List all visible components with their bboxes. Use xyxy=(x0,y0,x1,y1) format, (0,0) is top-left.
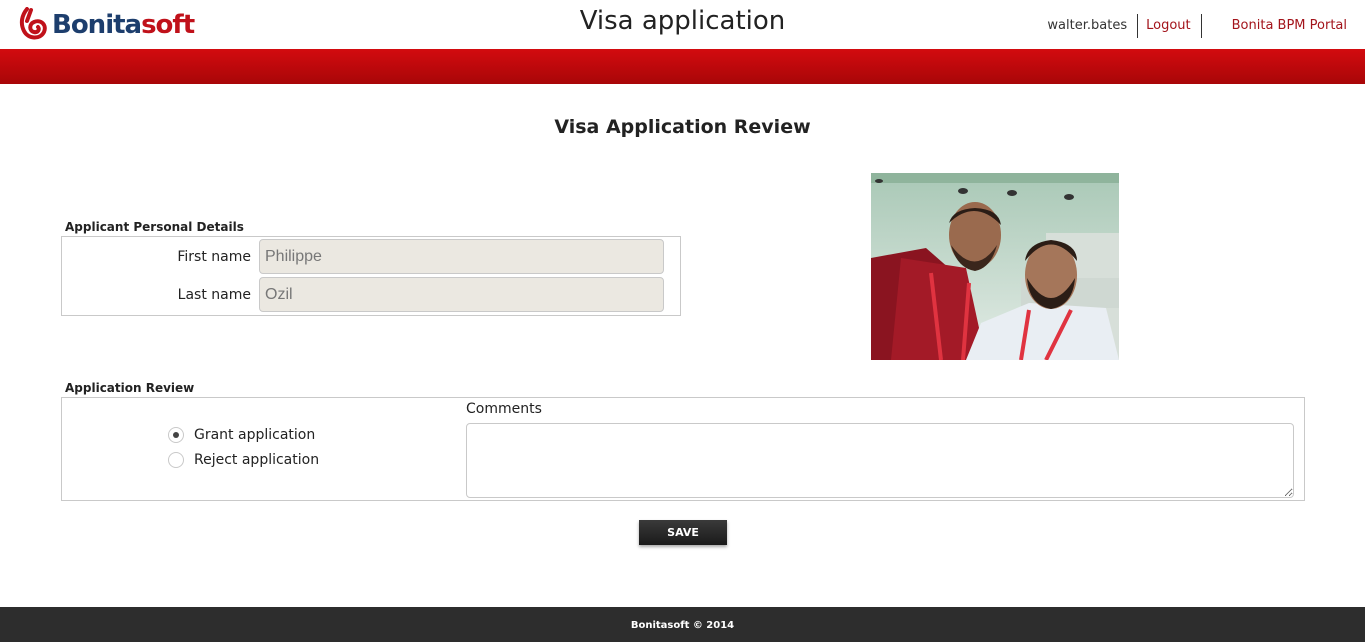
top-bar: Bonitasoft Visa application walter.bates… xyxy=(0,0,1365,49)
applicant-photo xyxy=(871,173,1119,360)
application-review-heading: Application Review xyxy=(65,381,195,395)
grant-option[interactable]: Grant application xyxy=(168,427,315,443)
username-label: walter.bates xyxy=(1047,14,1139,38)
header-band xyxy=(0,49,1365,84)
last-name-row: Last name Ozil xyxy=(62,277,664,312)
personal-details-heading: Applicant Personal Details xyxy=(65,220,244,234)
grant-option-label: Grant application xyxy=(194,427,316,443)
form-title: Visa Application Review xyxy=(554,116,811,138)
applicant-photo-image xyxy=(871,173,1119,360)
first-name-row: First name Philippe xyxy=(62,239,664,274)
personal-details-panel: First name Philippe Last name Ozil xyxy=(61,236,681,316)
last-name-field[interactable]: Ozil xyxy=(259,277,664,312)
logout-link[interactable]: Logout xyxy=(1138,14,1202,38)
footer: Bonitasoft © 2014 xyxy=(0,607,1365,642)
first-name-label: First name xyxy=(177,248,251,265)
portal-link[interactable]: Bonita BPM Portal xyxy=(1202,14,1347,38)
reject-radio[interactable] xyxy=(168,452,184,468)
first-name-field[interactable]: Philippe xyxy=(259,239,664,274)
save-button[interactable]: SAVE xyxy=(639,520,727,545)
comments-label: Comments xyxy=(466,401,542,417)
user-nav: walter.bates Logout Bonita BPM Portal xyxy=(1047,14,1347,38)
last-name-label: Last name xyxy=(177,286,251,303)
reject-option-label: Reject application xyxy=(194,452,320,468)
footer-copyright: Bonitasoft © 2014 xyxy=(630,620,735,631)
comments-textarea[interactable] xyxy=(466,423,1294,498)
grant-radio[interactable] xyxy=(168,427,184,443)
reject-option[interactable]: Reject application xyxy=(168,452,319,468)
